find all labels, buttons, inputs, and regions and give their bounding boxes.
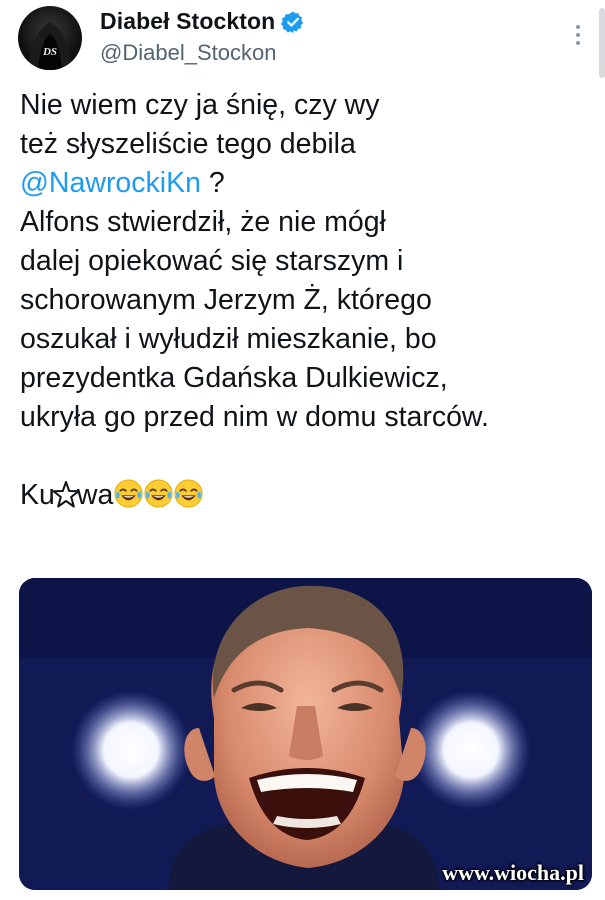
tweet-line: Alfons stwierdził, że nie mógł [20, 206, 386, 238]
tweet-line: oszukał i wyłudził mieszkanie, bo [20, 323, 437, 355]
mention-link[interactable]: @NawrockiKn [20, 167, 201, 199]
tweet-line: dalej opiekować się starszym i [20, 245, 404, 277]
laughing-man-photo [19, 578, 592, 890]
scrollbar[interactable] [599, 8, 605, 78]
tweet-media-image[interactable]: www.wiocha.pl [19, 578, 592, 890]
last-prefix: Ku [20, 479, 55, 511]
tweet-line: schorowanym Jerzym Ż, którego [20, 284, 432, 316]
tweet-line-last: Ku wa [20, 476, 595, 515]
tweet-line: ukryła go przed nim w domu starców. [20, 401, 489, 433]
user-handle[interactable]: @Diabel_Stockon [100, 40, 276, 66]
face-with-tears-of-joy-icon [114, 479, 143, 508]
hooded-figure-icon: DS [28, 22, 72, 70]
face-with-tears-of-joy-icon [144, 479, 173, 508]
mention-suffix: ? [200, 167, 225, 199]
tweet-line: Nie wiem czy ja śnię, czy wy [20, 89, 380, 121]
star-outline-icon [52, 480, 79, 510]
watermark-text: www.wiocha.pl [442, 860, 584, 885]
tweet-line: @NawrockiKn ? [20, 164, 595, 203]
name-row: Diabeł Stockton [100, 8, 305, 35]
tweet-line: prezydentka Gdańska Dulkiewicz, [20, 362, 448, 394]
last-suffix: wa [76, 479, 114, 511]
face-with-tears-of-joy-icon [174, 479, 203, 508]
tweet-line: też słyszeliście tego debila [20, 128, 356, 160]
display-name[interactable]: Diabeł Stockton [100, 8, 275, 35]
verified-badge-icon [281, 10, 305, 34]
avatar[interactable]: DS [18, 6, 82, 70]
avatar-initials: DS [42, 46, 57, 58]
tweet-header: DS Diabeł Stockton @Diabel_Stockon [18, 4, 588, 74]
tweet-text: Nie wiem czy ja śnię, czy wy też słyszel… [20, 86, 595, 515]
more-options-icon[interactable] [568, 20, 588, 50]
